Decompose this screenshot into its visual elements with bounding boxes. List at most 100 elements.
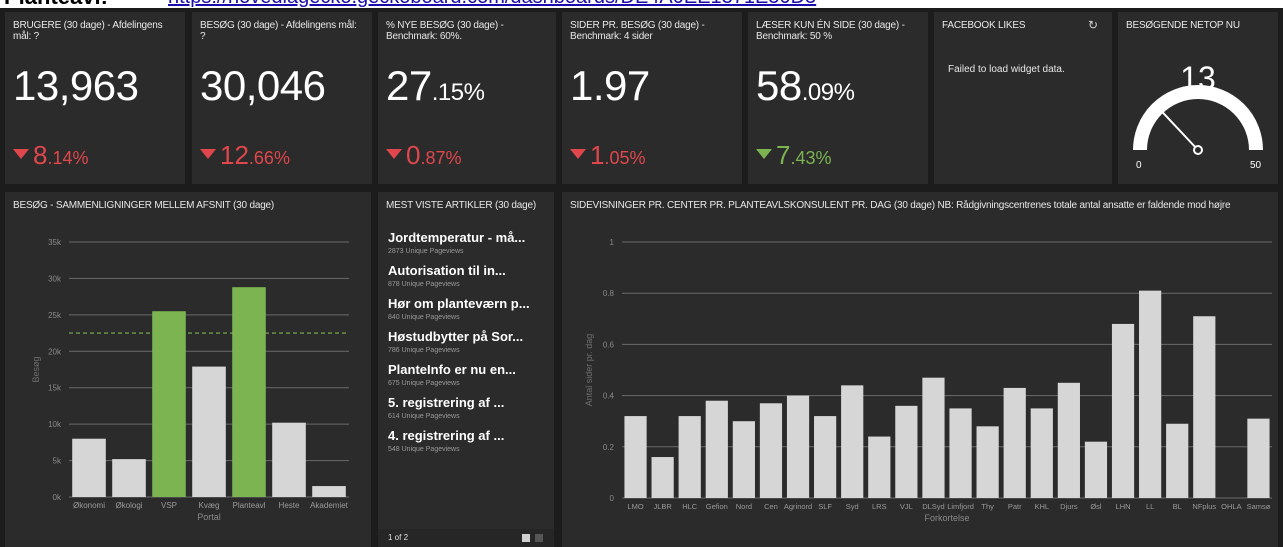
x-axis-label: Portal (197, 512, 221, 522)
refresh-icon[interactable]: ↻ (1088, 18, 1098, 32)
gauge-track (1133, 85, 1263, 151)
pager-label: 1 of 2 (388, 533, 409, 542)
trend-down-icon (13, 149, 29, 160)
trend-down-icon (200, 149, 216, 160)
bar (1247, 418, 1270, 498)
y-tick-label: 20k (48, 347, 62, 356)
y-tick-label: 5k (53, 457, 62, 466)
bar (868, 436, 891, 498)
x-tick-label: Øsl (1090, 502, 1102, 511)
gauge-max-label: 50 (1250, 160, 1262, 171)
pager: 1 of 2 (378, 529, 554, 547)
bar (1111, 323, 1135, 498)
y-tick-label: 25k (48, 311, 62, 320)
bar (1057, 382, 1080, 498)
gauge-hub (1193, 145, 1203, 155)
kpi-widget-visits: BESØG (30 dage) - Afdelingens mål: ? 30,… (192, 12, 372, 184)
bar (272, 422, 306, 497)
widget-title: SIDER PR. BESØG (30 dage) - Benchmark: 4… (570, 20, 705, 42)
x-tick-label: Agrinord (784, 502, 812, 511)
kpi-change: 0.87% (386, 140, 462, 171)
x-tick-label: Cen (764, 502, 778, 511)
bar (922, 377, 945, 498)
bar (786, 395, 810, 498)
bar (1003, 387, 1026, 498)
x-tick-label: LMO (627, 502, 643, 511)
x-axis-label: Forkortelse (924, 513, 969, 523)
list-item[interactable]: Autorisation til in... 878 Unique Pagevie… (388, 263, 548, 288)
x-tick-label: Nord (736, 502, 752, 511)
y-tick-label: 0.2 (603, 443, 615, 452)
bar (732, 421, 755, 498)
gauge-needle (1158, 108, 1199, 151)
kpi-change: 7.43% (756, 140, 832, 171)
x-tick-label: Thy (981, 502, 994, 511)
list-item[interactable]: Hør om planteværn p... 840 Unique Pagevie… (388, 296, 548, 321)
bar (232, 287, 266, 497)
error-message: Failed to load widget data. (948, 64, 1065, 75)
visitors-now-widget: BESØGENDE NETOP NU 13 0 50 (1118, 12, 1278, 184)
bar (814, 416, 837, 498)
x-tick-label: OHLA (1221, 502, 1241, 511)
bar (1030, 408, 1053, 498)
x-tick-label: Planteavl (233, 501, 266, 510)
kpi-change: 1.05% (570, 140, 646, 171)
bar (841, 385, 864, 498)
list-item[interactable]: 4. registrering af ... 548 Unique Pagevie… (388, 428, 548, 453)
trend-up-icon (756, 149, 772, 160)
list-item[interactable]: Høstudbytter på Sor... 786 Unique Pagevie… (388, 329, 548, 354)
x-tick-label: Patr (1008, 502, 1022, 511)
page-header: Planteavl: https://novediagecko.geckoboa… (0, 0, 1283, 8)
x-tick-label: Økologi (115, 501, 142, 510)
dashboard-link[interactable]: https://novediagecko.geckoboard.com/dash… (168, 0, 816, 8)
kpi-widget-single-page: LÆSER KUN ÉN SIDE (30 dage) - Benchmark:… (748, 12, 928, 184)
bar (705, 400, 728, 498)
x-tick-label: BL (1173, 502, 1182, 511)
pageviews-bar-chart: 0 0.2 0.4 0.6 0.8 1 LMO JLBR HLC Gefion Nord Cen Agr… (584, 238, 1272, 523)
y-tick-label: 0.8 (603, 289, 615, 298)
widget-title: BRUGERE (30 dage) - Afdelingens mål: ? (13, 20, 163, 42)
widget-title: LÆSER KUN ÉN SIDE (30 dage) - Benchmark:… (756, 20, 905, 42)
x-tick-label: Akademiet (310, 501, 349, 510)
bar (192, 366, 226, 497)
pager-dot-active[interactable] (522, 534, 530, 542)
bar (72, 438, 106, 497)
most-viewed-articles-widget: MEST VISTE ARTIKLER (30 dage) Jordtemper… (378, 192, 554, 547)
kpi-value: 1.97 (570, 62, 650, 109)
x-tick-label: Limfjord (947, 502, 974, 511)
kpi-value: 27.15% (386, 62, 485, 109)
visits-bar-chart: 0k 5k 10k 15k 20k 25k 30k 35k Økonomi Økologi VSP K… (31, 238, 349, 522)
bar (112, 459, 146, 497)
bar (651, 457, 674, 498)
y-tick-label: 0.4 (603, 392, 615, 401)
bar (895, 405, 918, 498)
x-tick-label: DLSyd (922, 502, 945, 511)
pageviews-per-center-widget: SIDEVISNINGER PR. CENTER PR. PLANTEAVLSK… (562, 192, 1278, 547)
bar (678, 416, 701, 498)
y-tick-label: 0 (610, 494, 615, 503)
list-item[interactable]: Jordtemperatur - må... 2873 Unique Pagevi… (388, 230, 548, 255)
bar (759, 403, 783, 498)
y-tick-label: 1 (610, 238, 615, 247)
widget-title: FACEBOOK LIKES (942, 20, 1026, 31)
kpi-change: 12.66% (200, 140, 290, 171)
y-tick-label: 30k (48, 274, 62, 283)
facebook-likes-widget: FACEBOOK LIKES ↻ Failed to load widget d… (934, 12, 1112, 184)
kpi-widget-new-visits: % NYE BESØG (30 dage) - Benchmark: 60%. … (378, 12, 556, 184)
list-item[interactable]: 5. registrering af ... 614 Unique Pagevie… (388, 395, 548, 420)
x-tick-label: KHL (1034, 502, 1049, 511)
article-list: Jordtemperatur - må... 2873 Unique Pagevi… (388, 230, 548, 461)
kpi-value: 13,963 (13, 62, 139, 109)
kpi-value: 30,046 (200, 62, 326, 109)
bar (1193, 316, 1216, 498)
x-tick-label: Samsø (1247, 502, 1271, 511)
list-item[interactable]: PlanteInfo er nu en... 675 Unique Pagevie… (388, 362, 548, 387)
x-tick-label: Kvæg (199, 501, 220, 510)
x-tick-label: LRS (872, 502, 887, 511)
y-axis-label: Antal sider pr. dag (584, 334, 594, 407)
y-tick-label: 15k (48, 384, 62, 393)
bar (1139, 290, 1162, 498)
bar (949, 408, 972, 498)
pager-dot[interactable] (535, 534, 543, 542)
widget-title: MEST VISTE ARTIKLER (30 dage) (386, 200, 537, 211)
